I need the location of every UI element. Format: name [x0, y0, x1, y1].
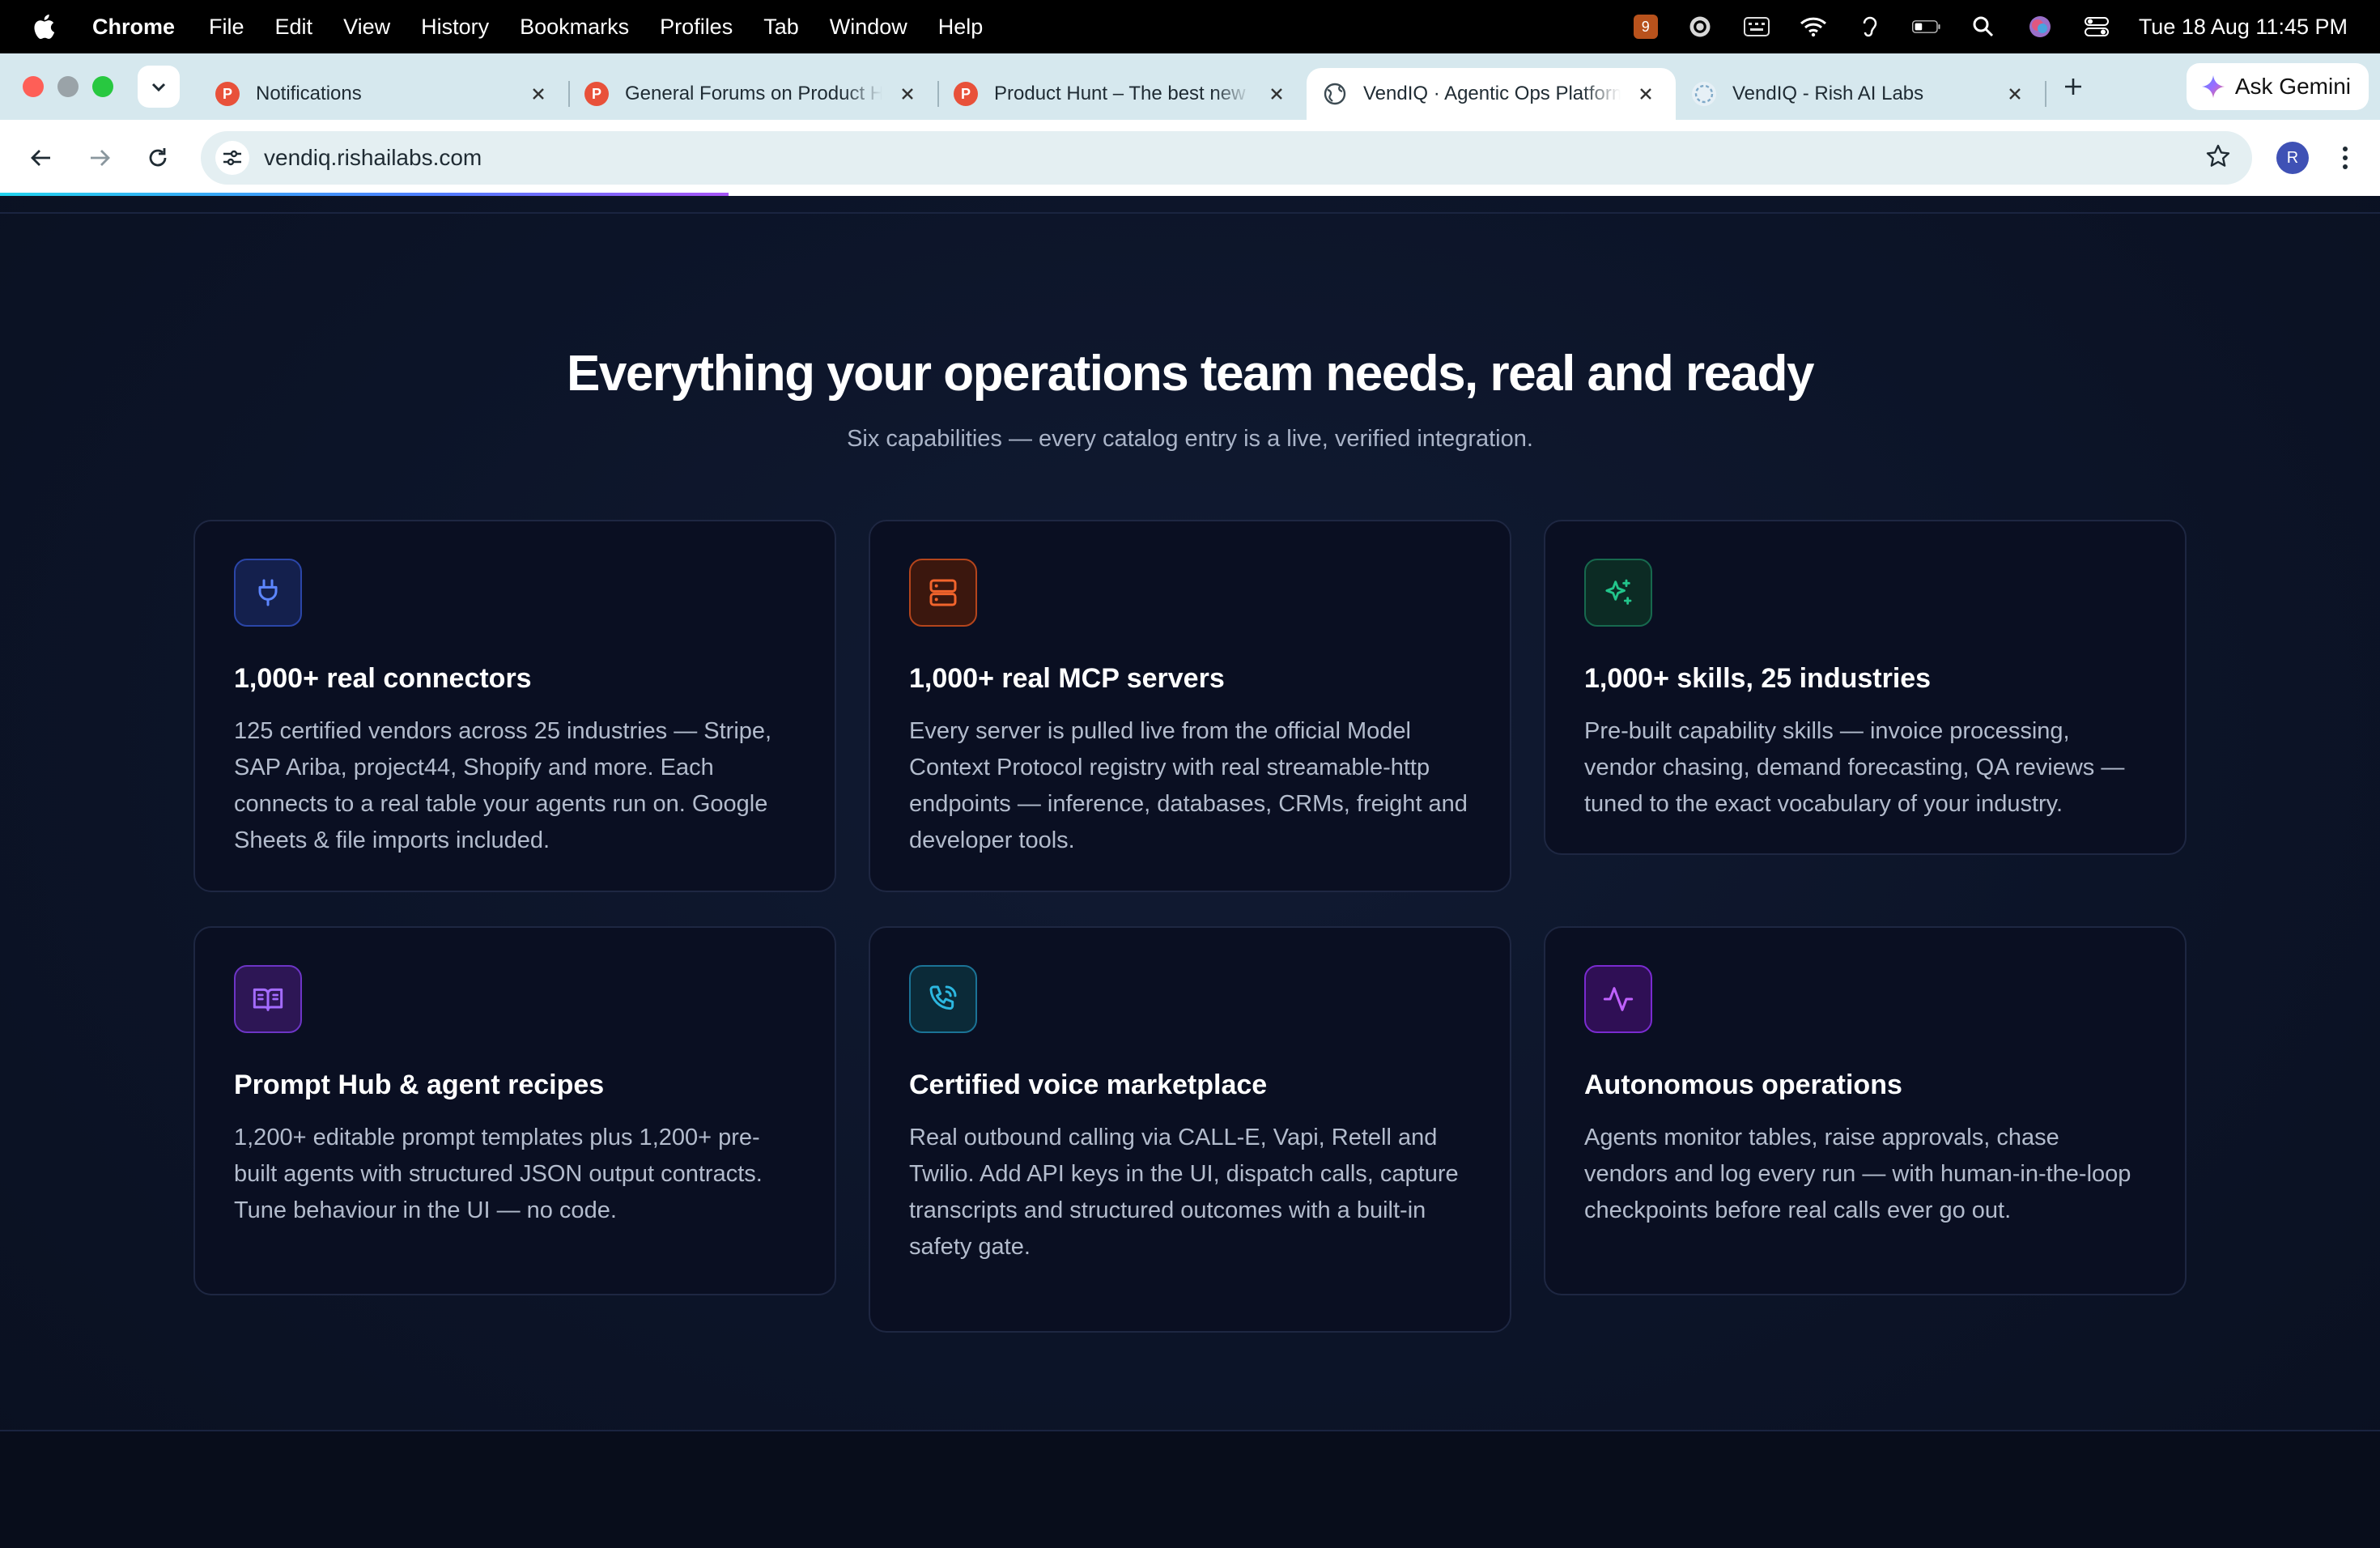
menubar-clock[interactable]: Tue 18 Aug 11:45 PM [2139, 15, 2348, 40]
reload-button[interactable] [139, 139, 176, 176]
server-icon [909, 559, 977, 627]
menu-window[interactable]: Window [830, 15, 907, 40]
notification-badge[interactable]: 9 [1633, 15, 1658, 39]
menu-profiles[interactable]: Profiles [660, 15, 733, 40]
sparkles-icon [1584, 559, 1652, 627]
feature-card-title: 1,000+ skills, 25 industries [1584, 663, 1932, 694]
feature-card-voice-marketplace: Certified voice marketplace Real outboun… [869, 926, 1511, 1333]
feature-card-body: Real outbound calling via CALL-E, Vapi, … [909, 1124, 1459, 1260]
close-tab-icon[interactable] [526, 82, 550, 106]
tab-separator [2045, 81, 2046, 107]
activity-icon [1584, 965, 1652, 1033]
page-content: Everything your operations team needs, r… [0, 196, 2380, 1548]
tab-notifications[interactable]: P Notifications [199, 68, 570, 120]
feature-card-connectors: 1,000+ real connectors 125 certified ven… [193, 520, 836, 892]
menu-bookmarks[interactable]: Bookmarks [520, 15, 629, 40]
browser-tab-strip: P Notifications P General Forums on Prod… [0, 53, 2380, 120]
feature-card-prompt-hub: Prompt Hub & agent recipes 1,200+ editab… [193, 926, 836, 1295]
book-open-icon [234, 965, 302, 1033]
plus-icon [2065, 79, 2081, 95]
gemini-sparkle-icon [2201, 75, 2225, 98]
status-tray: 9 Tue 18 Aug 11:45 PM [1633, 15, 2348, 40]
ask-gemini-button[interactable]: Ask Gemini [2186, 63, 2369, 110]
globe-icon [1323, 82, 1347, 106]
menu-file[interactable]: File [209, 15, 244, 40]
feature-card-title: 1,000+ real connectors [234, 663, 532, 694]
close-tab-icon[interactable] [2003, 82, 2027, 106]
feature-card-title: 1,000+ real MCP servers [909, 663, 1225, 694]
feature-card-skills: 1,000+ skills, 25 industries Pre-built c… [1544, 520, 2187, 855]
arrow-right-icon [91, 150, 110, 166]
close-tab-icon[interactable] [895, 82, 920, 106]
tab-title: VendIQ - Rish AI Labs [1732, 83, 1924, 104]
browser-toolbar: vendiq.rishailabs.com R [0, 120, 2380, 196]
keyboard-icon[interactable] [1742, 15, 1771, 39]
plug-icon [234, 559, 302, 627]
spotlight-search-icon[interactable] [1969, 15, 1998, 39]
reload-icon [149, 148, 167, 167]
next-section-background [0, 1431, 2380, 1548]
section-heading: Everything your operations team needs, r… [567, 346, 1814, 402]
bookmark-star-icon[interactable] [2205, 143, 2231, 173]
siri-icon[interactable] [2025, 15, 2055, 39]
control-center-icon[interactable] [2082, 15, 2111, 39]
window-controls [23, 76, 113, 97]
feature-card-body: Agents monitor tables, raise approvals, … [1584, 1124, 2131, 1223]
more-vertical-icon [2343, 147, 2348, 169]
profile-avatar[interactable]: R [2276, 142, 2309, 174]
arrow-left-icon [31, 150, 50, 166]
tab-title: Notifications [256, 83, 362, 104]
site-settings-icon[interactable] [215, 141, 249, 175]
feature-card-body: 125 certified vendors across 25 industri… [234, 717, 772, 853]
product-hunt-icon: P [584, 82, 609, 106]
tab-title: VendIQ · Agentic Ops Platform [1363, 83, 1621, 104]
wifi-icon[interactable] [1799, 15, 1828, 39]
minimize-window-button[interactable] [57, 76, 79, 97]
menu-edit[interactable]: Edit [275, 15, 313, 40]
close-window-button[interactable] [23, 76, 44, 97]
feature-card-body: Every server is pulled live from the off… [909, 717, 1468, 853]
tab-title: General Forums on Product Hunt [625, 83, 882, 104]
menu-tab[interactable]: Tab [763, 15, 799, 40]
forward-button[interactable] [81, 139, 118, 176]
product-hunt-icon: P [954, 82, 978, 106]
feature-card-mcp-servers: 1,000+ real MCP servers Every server is … [869, 520, 1511, 892]
ask-gemini-label: Ask Gemini [2234, 74, 2351, 99]
address-bar[interactable]: vendiq.rishailabs.com [201, 131, 2252, 185]
section-divider-top [0, 212, 2380, 214]
menu-view[interactable]: View [343, 15, 390, 40]
hearing-icon[interactable] [1855, 15, 1885, 39]
feature-card-autonomous-operations: Autonomous operations Agents monitor tab… [1544, 926, 2187, 1295]
phone-call-icon [909, 965, 977, 1033]
feature-card-title: Prompt Hub & agent recipes [234, 1070, 605, 1100]
section-subheading: Six capabilities — every catalog entry i… [847, 426, 1533, 452]
chevron-down-icon [151, 83, 166, 92]
close-tab-icon[interactable] [1264, 82, 1289, 106]
product-hunt-icon: P [215, 82, 240, 106]
back-button[interactable] [23, 139, 60, 176]
url-text[interactable]: vendiq.rishailabs.com [264, 145, 2205, 171]
menu-history[interactable]: History [421, 15, 489, 40]
apple-logo-icon[interactable] [32, 13, 55, 40]
tab-general-forums[interactable]: P General Forums on Product Hunt [568, 68, 939, 120]
feature-card-title: Certified voice marketplace [909, 1070, 1268, 1100]
macos-menu-bar: Chrome File Edit View History Bookmarks … [0, 0, 2380, 53]
maximize-window-button[interactable] [92, 76, 113, 97]
browser-menu-button[interactable] [2333, 139, 2357, 176]
close-tab-icon[interactable] [1634, 82, 1658, 106]
sync-icon[interactable] [1685, 15, 1715, 39]
tab-vendiq-rish[interactable]: VendIQ - Rish AI Labs [1676, 68, 2046, 120]
menu-app-name[interactable]: Chrome [92, 15, 175, 40]
feature-card-body: Pre-built capability skills — invoice pr… [1584, 717, 2125, 817]
feature-card-title: Autonomous operations [1584, 1070, 1902, 1100]
feature-card-body: 1,200+ editable prompt templates plus 1,… [234, 1124, 763, 1223]
tab-title: Product Hunt – The best new products [994, 83, 1252, 104]
tab-product-hunt[interactable]: P Product Hunt – The best new products [937, 68, 1307, 120]
tab-vendiq-active[interactable]: VendIQ · Agentic Ops Platform [1307, 68, 1676, 120]
menu-help[interactable]: Help [938, 15, 984, 40]
new-tab-button[interactable] [2053, 66, 2093, 107]
battery-icon[interactable] [1911, 15, 1941, 39]
tab-search-button[interactable] [138, 66, 180, 108]
rish-logo-icon [1692, 82, 1716, 106]
